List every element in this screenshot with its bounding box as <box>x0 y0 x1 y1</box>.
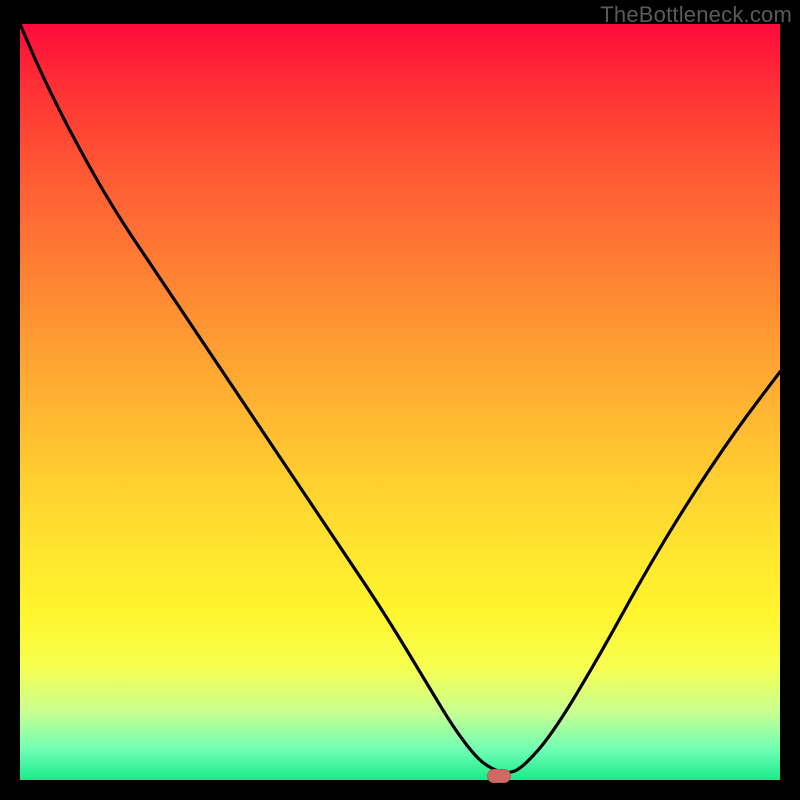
plot-area <box>20 24 780 780</box>
bottleneck-curve <box>20 24 780 780</box>
watermark-text: TheBottleneck.com <box>600 2 792 28</box>
optimal-point-marker <box>487 769 511 783</box>
chart-frame: TheBottleneck.com <box>0 0 800 800</box>
